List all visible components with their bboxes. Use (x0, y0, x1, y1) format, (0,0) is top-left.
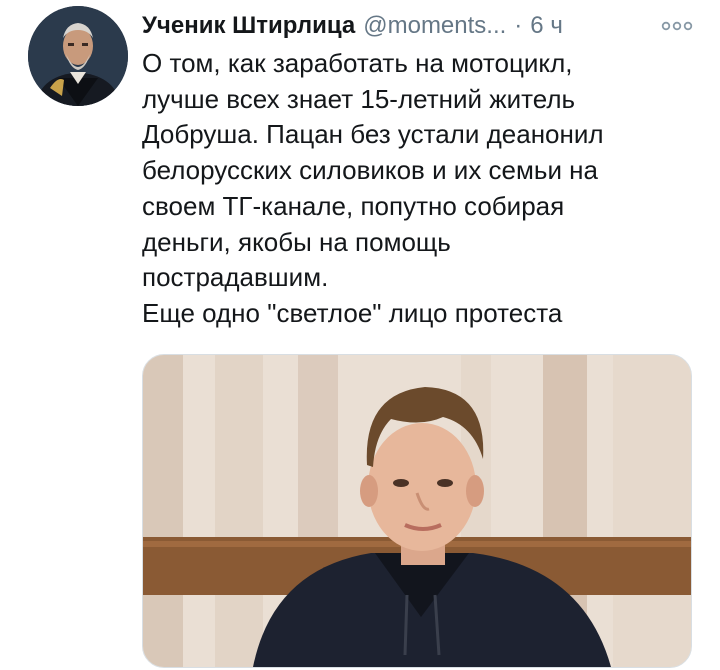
tweet-media-photo[interactable] (142, 354, 692, 668)
avatar-portrait-image (28, 6, 128, 106)
timestamp[interactable]: 6 ч (530, 12, 563, 40)
author-handle[interactable]: @moments... (363, 12, 506, 40)
more-options-icon[interactable] (660, 14, 694, 38)
tweet-text-line: О том, как заработать на мотоцикл, (142, 48, 573, 78)
tweet-text-line: пострадавшим. (142, 262, 329, 293)
author-name[interactable]: Ученик Штирлица (142, 12, 355, 40)
tweet-text-line: лучше всех знает 15-летний житель (142, 83, 576, 114)
separator-dot: · (514, 12, 523, 39)
photo-image (143, 355, 691, 667)
tweet-text-line: Добруша. Пацан без устали деанонил (142, 119, 604, 150)
avatar[interactable] (28, 6, 128, 106)
tweet: Ученик Штирлица @moments... · 6 ч О том,… (0, 0, 720, 670)
tweet-text-line: белорусских силовиков и их семьи на (142, 155, 599, 186)
tweet-text-line: Еще одно "светлое" лицо протеста (142, 297, 563, 328)
tweet-text-line: своем ТГ-канале, попутно собирая (142, 190, 565, 221)
tweet-text: О том, как заработать на мотоцикл, лучше… (142, 46, 702, 332)
tweet-text-line: деньги, якобы на помощь (142, 226, 451, 257)
tweet-header: Ученик Штирлица @moments... · 6 ч (142, 8, 702, 44)
